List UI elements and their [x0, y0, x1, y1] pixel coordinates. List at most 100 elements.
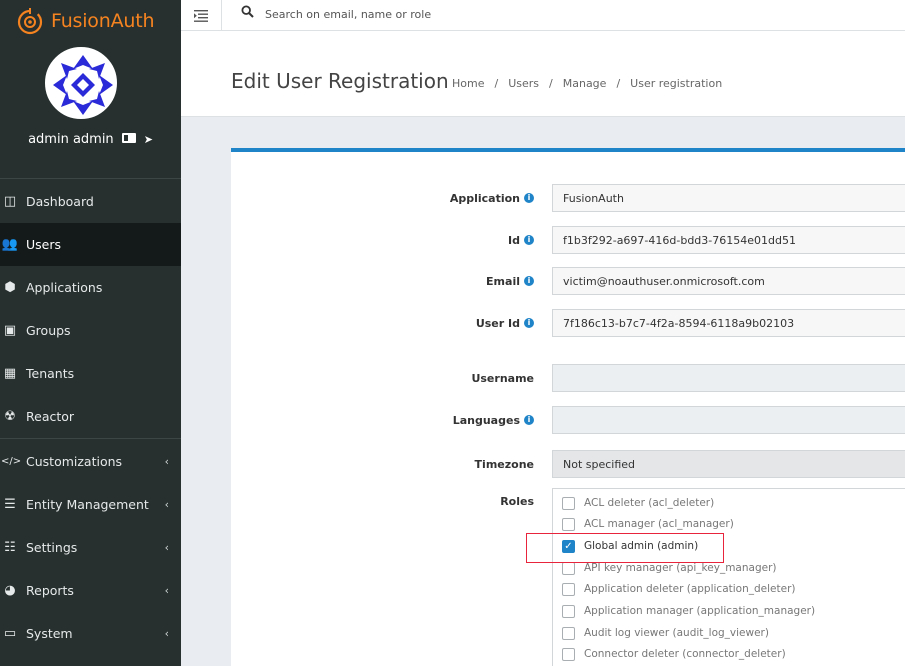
menu-toggle-icon [194, 9, 208, 22]
breadcrumb-manage[interactable]: Manage [563, 77, 607, 90]
checkbox[interactable] [562, 496, 575, 510]
info-icon[interactable]: i [524, 318, 534, 328]
breadcrumb-users[interactable]: Users [508, 77, 539, 90]
email-field[interactable]: victim@noauthuser.onmicrosoft.com [552, 267, 905, 295]
avatar[interactable] [45, 47, 117, 119]
registration-form-panel: Application i FusionAuth Id i f1b3f292-a… [231, 148, 905, 666]
sidebar-item-label: Dashboard [26, 194, 94, 209]
breadcrumb-separator: / [549, 77, 553, 90]
chevron-left-icon: ‹ [164, 455, 169, 468]
nav-divider [0, 178, 181, 179]
cube-icon: ⬢ [4, 280, 16, 295]
sidebar-item-settings[interactable]: ☷ Settings ‹ [0, 526, 181, 569]
brand[interactable]: FusionAuth [15, 5, 155, 37]
page-header: Edit User Registration Home / Users / Ma… [181, 31, 905, 117]
code-icon: </> [1, 456, 22, 467]
sidebar-item-label: Groups [26, 323, 71, 338]
role-label: Audit log viewer (audit_log_viewer) [584, 627, 769, 639]
user-line: admin admin ➤ [0, 132, 181, 147]
sidebar-item-label: Reactor [26, 409, 75, 424]
user-name[interactable]: admin admin [28, 132, 114, 147]
sidebar-item-label: Tenants [26, 366, 75, 381]
sidebar-item-customizations[interactable]: </> Customizations ‹ [0, 440, 181, 483]
role-checkbox-row[interactable]: Application manager (application_manager… [562, 602, 815, 620]
breadcrumb: Home / Users / Manage / User registratio… [452, 77, 722, 90]
groups-icon: ▣ [3, 323, 17, 338]
role-label: Connector deleter (connector_deleter) [584, 648, 786, 660]
id-label-text: Id [508, 233, 520, 247]
info-icon[interactable]: i [524, 193, 534, 203]
timezone-label-text: Timezone [474, 457, 534, 471]
chevron-left-icon: ‹ [164, 584, 169, 597]
sidebar-item-system[interactable]: ▭ System ‹ [0, 612, 181, 655]
application-field[interactable]: FusionAuth [552, 184, 905, 212]
info-icon[interactable]: i [524, 276, 534, 286]
languages-label: Languages i [453, 406, 534, 434]
info-icon[interactable]: i [524, 235, 534, 245]
chevron-left-icon: ‹ [164, 627, 169, 640]
roles-list: ACL deleter (acl_deleter) ACL manager (ac… [552, 488, 905, 666]
search-input[interactable] [265, 3, 765, 25]
sidebar-item-label: Applications [26, 280, 103, 295]
sidebar-item-groups[interactable]: ▣ Groups [0, 309, 181, 352]
avatar-pattern-icon [47, 49, 115, 117]
checkbox[interactable] [562, 582, 575, 596]
sliders-icon: ☷ [4, 540, 16, 555]
radiation-icon: ☢ [4, 409, 16, 424]
timezone-label: Timezone [475, 450, 534, 478]
role-label: ACL manager (acl_manager) [584, 518, 734, 530]
timezone-select[interactable]: Not specified [552, 450, 905, 478]
role-label: Application deleter (application_deleter… [584, 583, 796, 595]
sidebar-item-label: Entity Management [26, 497, 149, 512]
role-checkbox-row[interactable]: Application deleter (application_deleter… [562, 580, 796, 598]
brand-name: FusionAuth [51, 10, 155, 32]
user-id-label-text: User Id [475, 316, 520, 330]
chevron-left-icon: ‹ [164, 541, 169, 554]
sidebar-item-reports[interactable]: ◕ Reports ‹ [0, 569, 181, 612]
breadcrumb-separator: / [494, 77, 499, 90]
username-field[interactable] [552, 364, 905, 392]
sidebar: FusionAuth admin admin ➤ ◫ Dashboard 👥 User… [0, 0, 181, 666]
id-card-icon[interactable] [121, 133, 136, 146]
search-icon [241, 5, 254, 18]
checkbox[interactable] [562, 561, 575, 575]
sidebar-item-tenants[interactable]: ▦ Tenants [0, 352, 181, 395]
sidebar-item-applications[interactable]: ⬢ Applications [0, 266, 181, 309]
sidebar-item-label: Reports [26, 583, 74, 598]
languages-field[interactable] [552, 406, 905, 434]
role-checkbox-row[interactable]: ACL manager (acl_manager) [562, 515, 734, 533]
email-label: Email i [486, 267, 534, 295]
location-arrow-icon[interactable]: ➤ [144, 133, 153, 146]
checkbox[interactable] [562, 517, 575, 531]
application-label: Application i [450, 184, 534, 212]
breadcrumb-current: User registration [630, 77, 723, 90]
sidebar-item-reactor[interactable]: ☢ Reactor [0, 395, 181, 438]
page-title: Edit User Registration [231, 69, 449, 93]
role-label: Application manager (application_manager… [584, 605, 816, 617]
sidebar-item-entity-management[interactable]: ☰ Entity Management ‹ [0, 483, 181, 526]
checkbox[interactable] [562, 604, 575, 618]
menu-toggle-button[interactable] [181, 0, 222, 31]
monitor-icon: ▭ [3, 626, 17, 641]
user-id-field[interactable]: 7f186c13-b7c7-4f2a-8594-6118a9b02103 [552, 309, 905, 337]
info-icon[interactable]: i [524, 415, 534, 425]
fusionauth-logo-icon [17, 8, 43, 35]
sidebar-item-users[interactable]: 👥 Users [0, 223, 181, 266]
breadcrumb-home[interactable]: Home [452, 77, 484, 90]
application-label-text: Application [449, 191, 520, 205]
role-checkbox-row[interactable]: ACL deleter (acl_deleter) [562, 494, 714, 512]
checkbox[interactable] [562, 647, 575, 661]
role-label: ACL deleter (acl_deleter) [584, 497, 715, 509]
role-checkbox-row[interactable]: Connector deleter (connector_deleter) [562, 645, 786, 663]
users-icon: 👥 [1, 237, 19, 252]
sidebar-item-label: System [26, 626, 73, 641]
highlight-annotation [526, 533, 724, 563]
roles-label-text: Roles [500, 494, 534, 508]
building-icon: ▦ [3, 366, 17, 381]
id-field[interactable]: f1b3f292-a697-416d-bdd3-76154e01dd51 [552, 226, 905, 254]
checkbox[interactable] [562, 626, 575, 640]
user-id-label: User Id i [476, 309, 534, 337]
role-checkbox-row[interactable]: Audit log viewer (audit_log_viewer) [562, 624, 769, 642]
sidebar-item-label: Users [26, 237, 62, 252]
sidebar-item-dashboard[interactable]: ◫ Dashboard [0, 180, 181, 223]
